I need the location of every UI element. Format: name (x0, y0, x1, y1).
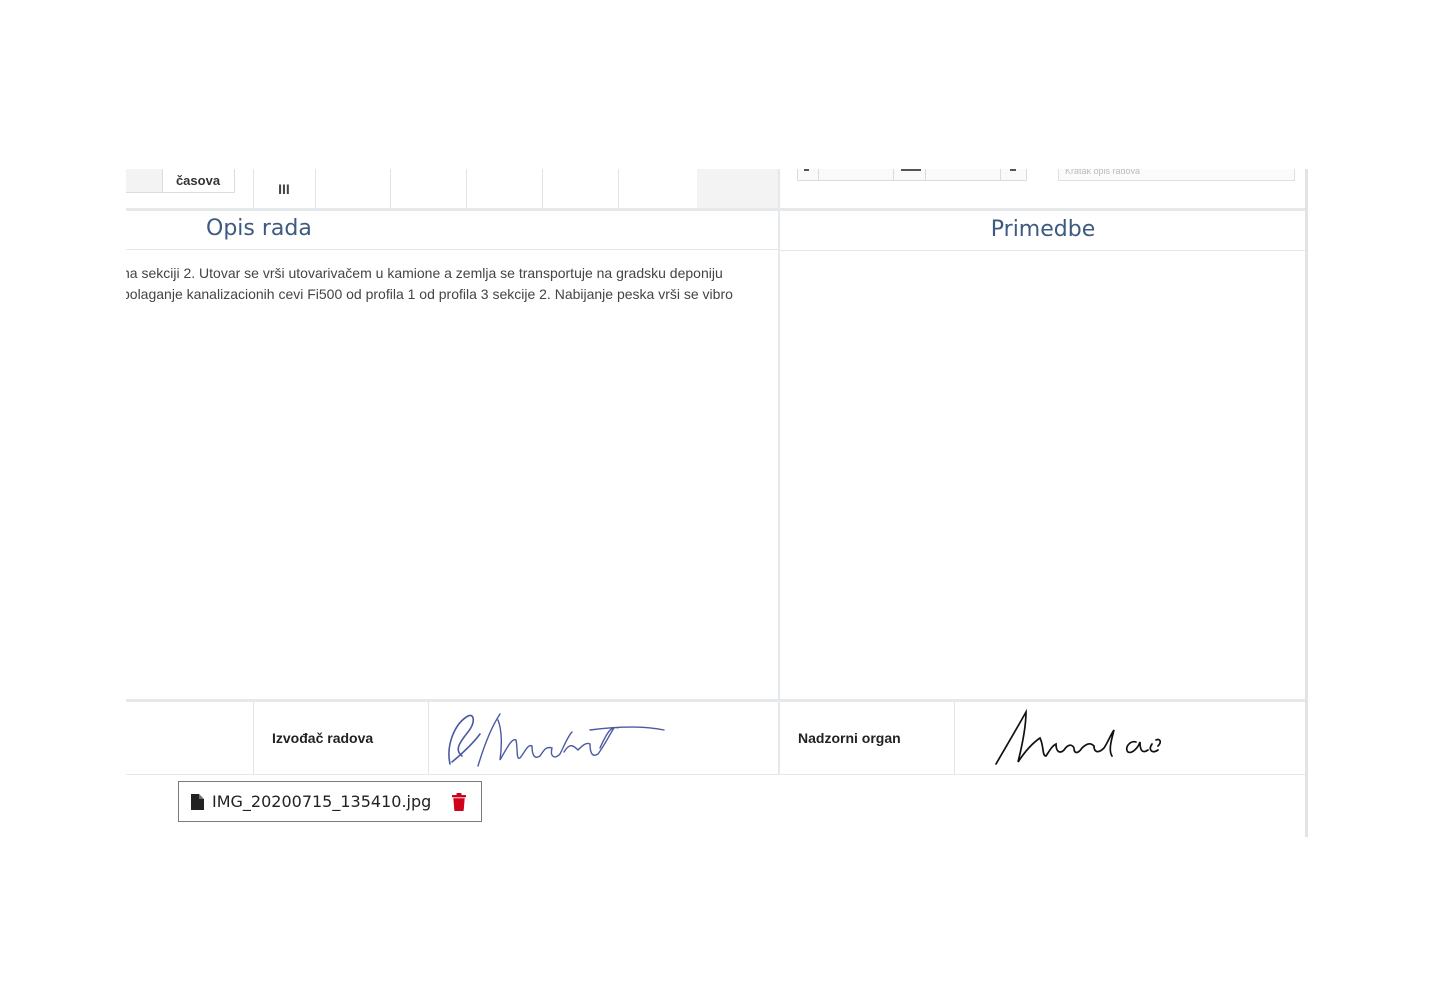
divider (954, 702, 955, 774)
divider (390, 169, 391, 208)
contractor-label: Izvođač radova (272, 730, 374, 746)
short-description-input[interactable]: Kratak opis radova (1058, 169, 1295, 181)
divider (542, 169, 543, 208)
divider (428, 702, 429, 774)
hours-unit-label: časova (162, 169, 235, 193)
divider (618, 169, 619, 208)
divider (253, 702, 254, 774)
primedbe-text[interactable] (782, 253, 1306, 693)
disabled-cell (697, 169, 778, 208)
opis-rada-heading: Opis rada (126, 208, 778, 250)
time-range-input[interactable] (797, 169, 1027, 181)
contractor-signature (448, 713, 665, 767)
file-icon (191, 793, 205, 810)
opis-rada-text[interactable]: na sekciji 2. Utovar se vrši utovarivače… (126, 263, 766, 305)
attachment-item[interactable]: IMG_20200715_135410.jpg (178, 781, 482, 822)
divider (315, 169, 316, 208)
opis-line: polaganje kanalizacionih cevi Fi500 od p… (126, 286, 733, 302)
supervisor-signature (995, 708, 1162, 765)
daily-log-form: časova III Kratak opis radova Opis rada … (126, 169, 1308, 837)
divider (778, 169, 780, 208)
attachment-file-name[interactable]: IMG_20200715_135410.jpg (212, 792, 431, 811)
work-hours-row: časova III Kratak opis radova (126, 169, 1308, 211)
divider (778, 702, 780, 774)
shift-label: III (278, 180, 290, 197)
trash-icon[interactable] (451, 793, 467, 811)
column-divider (778, 208, 780, 701)
supervisor-label: Nadzorni organ (798, 730, 901, 746)
form-right-border (1305, 169, 1308, 837)
signature-row: Izvođač radova Nadzorni organ (126, 699, 1306, 775)
opis-line: na sekciji 2. Utovar se vrši utovarivače… (126, 265, 723, 281)
divider (466, 169, 467, 208)
hours-input[interactable] (126, 169, 163, 193)
primedbe-heading: Primedbe (780, 208, 1306, 251)
